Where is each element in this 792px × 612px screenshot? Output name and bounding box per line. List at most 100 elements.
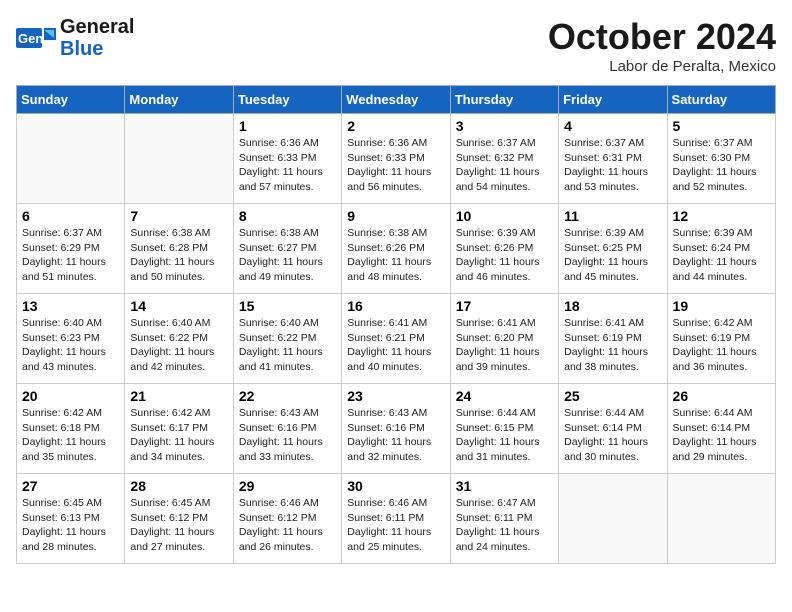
title-block: October 2024 Labor de Peralta, Mexico <box>548 16 776 75</box>
calendar-cell: 31 Sunrise: 6:47 AMSunset: 6:11 PMDayligh… <box>450 474 558 564</box>
day-number: 23 <box>347 388 444 404</box>
calendar-cell: 19 Sunrise: 6:42 AMSunset: 6:19 PMDayligh… <box>667 294 775 384</box>
day-detail: Sunrise: 6:40 AMSunset: 6:22 PMDaylight:… <box>239 316 336 375</box>
day-detail: Sunrise: 6:42 AMSunset: 6:17 PMDaylight:… <box>130 406 227 465</box>
day-detail: Sunrise: 6:36 AMSunset: 6:33 PMDaylight:… <box>347 136 444 195</box>
calendar-cell <box>559 474 667 564</box>
calendar-cell: 16 Sunrise: 6:41 AMSunset: 6:21 PMDayligh… <box>342 294 450 384</box>
col-header-thursday: Thursday <box>450 86 558 114</box>
day-number: 12 <box>673 208 770 224</box>
day-number: 3 <box>456 118 553 134</box>
day-detail: Sunrise: 6:39 AMSunset: 6:26 PMDaylight:… <box>456 226 553 285</box>
calendar-cell: 22 Sunrise: 6:43 AMSunset: 6:16 PMDayligh… <box>233 384 341 474</box>
calendar-cell: 14Sunrise: 6:40 AMSunset: 6:22 PMDayligh… <box>125 294 233 384</box>
calendar-cell: 4 Sunrise: 6:37 AMSunset: 6:31 PMDaylight… <box>559 114 667 204</box>
calendar-cell: 21 Sunrise: 6:42 AMSunset: 6:17 PMDayligh… <box>125 384 233 474</box>
day-number: 26 <box>673 388 770 404</box>
day-detail: Sunrise: 6:46 AMSunset: 6:11 PMDaylight:… <box>347 496 444 555</box>
calendar-cell: 17 Sunrise: 6:41 AMSunset: 6:20 PMDayligh… <box>450 294 558 384</box>
calendar-week-row: 20 Sunrise: 6:42 AMSunset: 6:18 PMDayligh… <box>17 384 776 474</box>
day-number: 2 <box>347 118 444 134</box>
day-number: 22 <box>239 388 336 404</box>
day-detail: Sunrise: 6:38 AMSunset: 6:27 PMDaylight:… <box>239 226 336 285</box>
calendar-cell: 29 Sunrise: 6:46 AMSunset: 6:12 PMDayligh… <box>233 474 341 564</box>
day-number: 15 <box>239 298 336 314</box>
day-number: 8 <box>239 208 336 224</box>
col-header-monday: Monday <box>125 86 233 114</box>
day-detail: Sunrise: 6:41 AMSunset: 6:21 PMDaylight:… <box>347 316 444 375</box>
calendar-cell: 26 Sunrise: 6:44 AMSunset: 6:14 PMDayligh… <box>667 384 775 474</box>
calendar-cell: 9Sunrise: 6:38 AMSunset: 6:26 PMDaylight… <box>342 204 450 294</box>
day-number: 16 <box>347 298 444 314</box>
day-number: 6 <box>22 208 119 224</box>
day-number: 20 <box>22 388 119 404</box>
day-number: 10 <box>456 208 553 224</box>
day-number: 14 <box>130 298 227 314</box>
day-detail: Sunrise: 6:36 AMSunset: 6:33 PMDaylight:… <box>239 136 336 195</box>
calendar-cell <box>125 114 233 204</box>
day-detail: Sunrise: 6:37 AMSunset: 6:29 PMDaylight:… <box>22 226 119 285</box>
col-header-friday: Friday <box>559 86 667 114</box>
day-number: 11 <box>564 208 661 224</box>
day-detail: Sunrise: 6:37 AMSunset: 6:31 PMDaylight:… <box>564 136 661 195</box>
day-detail: Sunrise: 6:43 AMSunset: 6:16 PMDaylight:… <box>239 406 336 465</box>
calendar-week-row: 13 Sunrise: 6:40 AMSunset: 6:23 PMDayligh… <box>17 294 776 384</box>
calendar-cell: 8 Sunrise: 6:38 AMSunset: 6:27 PMDaylight… <box>233 204 341 294</box>
logo: Gen General Blue <box>16 16 134 60</box>
calendar-header-row: SundayMondayTuesdayWednesdayThursdayFrid… <box>17 86 776 114</box>
svg-text:Gen: Gen <box>18 31 43 46</box>
month-title: October 2024 <box>548 16 776 58</box>
calendar-cell: 23 Sunrise: 6:43 AMSunset: 6:16 PMDayligh… <box>342 384 450 474</box>
day-number: 5 <box>673 118 770 134</box>
day-detail: Sunrise: 6:43 AMSunset: 6:16 PMDaylight:… <box>347 406 444 465</box>
calendar-cell <box>667 474 775 564</box>
day-detail: Sunrise: 6:41 AMSunset: 6:19 PMDaylight:… <box>564 316 661 375</box>
day-detail: Sunrise: 6:37 AMSunset: 6:30 PMDaylight:… <box>673 136 770 195</box>
calendar-cell: 11 Sunrise: 6:39 AMSunset: 6:25 PMDayligh… <box>559 204 667 294</box>
calendar-cell: 13 Sunrise: 6:40 AMSunset: 6:23 PMDayligh… <box>17 294 125 384</box>
day-detail: Sunrise: 6:40 AMSunset: 6:23 PMDaylight:… <box>22 316 119 375</box>
day-detail: Sunrise: 6:45 AMSunset: 6:13 PMDaylight:… <box>22 496 119 555</box>
day-number: 9 <box>347 208 444 224</box>
day-detail: Sunrise: 6:42 AMSunset: 6:18 PMDaylight:… <box>22 406 119 465</box>
day-number: 29 <box>239 478 336 494</box>
col-header-wednesday: Wednesday <box>342 86 450 114</box>
calendar-cell: 18Sunrise: 6:41 AMSunset: 6:19 PMDayligh… <box>559 294 667 384</box>
calendar-cell: 30 Sunrise: 6:46 AMSunset: 6:11 PMDayligh… <box>342 474 450 564</box>
col-header-saturday: Saturday <box>667 86 775 114</box>
calendar-cell: 27 Sunrise: 6:45 AMSunset: 6:13 PMDayligh… <box>17 474 125 564</box>
day-number: 24 <box>456 388 553 404</box>
calendar-week-row: 6 Sunrise: 6:37 AMSunset: 6:29 PMDaylight… <box>17 204 776 294</box>
calendar-cell: 6 Sunrise: 6:37 AMSunset: 6:29 PMDaylight… <box>17 204 125 294</box>
day-number: 25 <box>564 388 661 404</box>
day-detail: Sunrise: 6:44 AMSunset: 6:14 PMDaylight:… <box>673 406 770 465</box>
day-detail: Sunrise: 6:47 AMSunset: 6:11 PMDaylight:… <box>456 496 553 555</box>
calendar-cell: 24Sunrise: 6:44 AMSunset: 6:15 PMDayligh… <box>450 384 558 474</box>
logo-text-general: General <box>60 16 134 38</box>
day-detail: Sunrise: 6:39 AMSunset: 6:24 PMDaylight:… <box>673 226 770 285</box>
day-detail: Sunrise: 6:37 AMSunset: 6:32 PMDaylight:… <box>456 136 553 195</box>
calendar-cell: 1Sunrise: 6:36 AMSunset: 6:33 PMDaylight… <box>233 114 341 204</box>
calendar-cell: 2 Sunrise: 6:36 AMSunset: 6:33 PMDaylight… <box>342 114 450 204</box>
day-number: 31 <box>456 478 553 494</box>
calendar-cell: 20 Sunrise: 6:42 AMSunset: 6:18 PMDayligh… <box>17 384 125 474</box>
day-detail: Sunrise: 6:41 AMSunset: 6:20 PMDaylight:… <box>456 316 553 375</box>
calendar-cell: 7Sunrise: 6:38 AMSunset: 6:28 PMDaylight… <box>125 204 233 294</box>
day-detail: Sunrise: 6:42 AMSunset: 6:19 PMDaylight:… <box>673 316 770 375</box>
col-header-sunday: Sunday <box>17 86 125 114</box>
calendar-week-row: 27 Sunrise: 6:45 AMSunset: 6:13 PMDayligh… <box>17 474 776 564</box>
day-detail: Sunrise: 6:39 AMSunset: 6:25 PMDaylight:… <box>564 226 661 285</box>
calendar-cell: 3 Sunrise: 6:37 AMSunset: 6:32 PMDaylight… <box>450 114 558 204</box>
day-number: 4 <box>564 118 661 134</box>
day-detail: Sunrise: 6:45 AMSunset: 6:12 PMDaylight:… <box>130 496 227 555</box>
day-detail: Sunrise: 6:46 AMSunset: 6:12 PMDaylight:… <box>239 496 336 555</box>
calendar-cell: 15 Sunrise: 6:40 AMSunset: 6:22 PMDayligh… <box>233 294 341 384</box>
day-number: 27 <box>22 478 119 494</box>
day-number: 17 <box>456 298 553 314</box>
page-header: Gen General Blue October 2024 Labor de P… <box>16 16 776 75</box>
day-number: 19 <box>673 298 770 314</box>
col-header-tuesday: Tuesday <box>233 86 341 114</box>
day-number: 13 <box>22 298 119 314</box>
day-number: 30 <box>347 478 444 494</box>
day-number: 21 <box>130 388 227 404</box>
